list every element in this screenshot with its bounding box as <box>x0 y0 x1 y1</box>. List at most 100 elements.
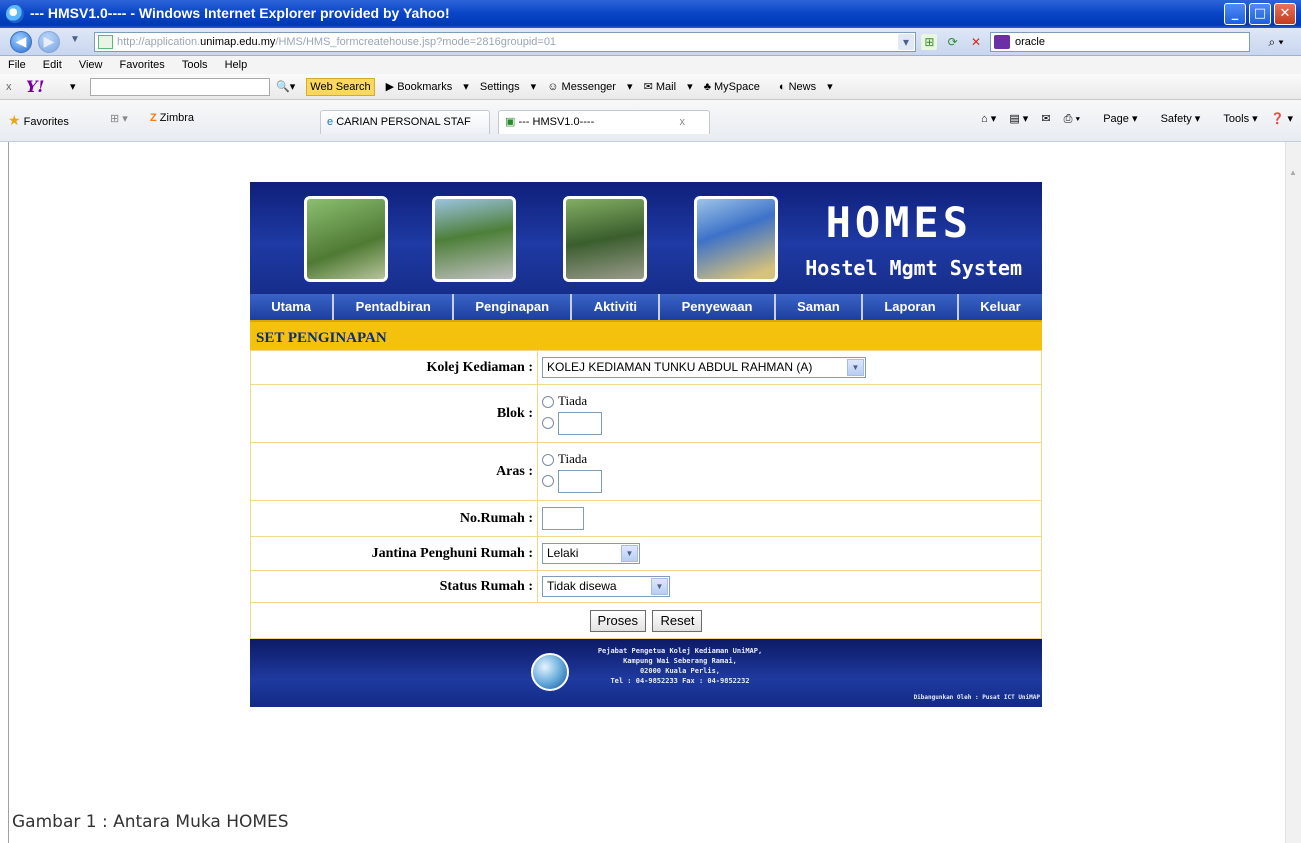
vertical-scrollbar[interactable]: ▲ <box>1285 142 1301 843</box>
footer-address: Pejabat Pengetua Kolej Kediaman UniMAP, … <box>580 646 780 686</box>
nav-penyewaan[interactable]: Penyewaan <box>658 294 774 320</box>
form-row-actions: Proses Reset <box>250 602 1042 639</box>
stop-icon[interactable]: ✕ <box>968 34 984 50</box>
status-select[interactable]: Tidak disewa ▼ <box>542 576 670 597</box>
nav-laporan[interactable]: Laporan <box>861 294 957 320</box>
page-icon: ▣ <box>505 116 516 128</box>
favorites-star-icon: ★ <box>8 112 21 128</box>
blok-label: Blok : <box>250 384 538 443</box>
favorites-button[interactable]: ★ Favorites <box>8 112 69 129</box>
kolej-select-value: KOLEJ KEDIAMAN TUNKU ABDUL RAHMAN (A) <box>547 360 813 374</box>
quick-tabs-icon[interactable]: ⊞ ▾ <box>110 112 128 125</box>
menu-tools[interactable]: Tools <box>182 59 208 71</box>
aras-input[interactable] <box>558 469 602 493</box>
yahoo-search-input[interactable] <box>90 78 270 96</box>
close-toolbar-icon[interactable]: x <box>6 74 12 100</box>
chevron-down-icon: ▼ <box>847 359 864 376</box>
home-icon[interactable]: ⌂ ▾ <box>981 113 996 125</box>
tab-hmsv[interactable]: ▣ --- HMSV1.0---- x <box>498 110 710 134</box>
news-button[interactable]: ◐ News ▾ <box>779 81 833 93</box>
menu-favorites[interactable]: Favorites <box>120 59 165 71</box>
status-select-value: Tidak disewa <box>547 579 617 593</box>
read-mail-icon[interactable]: ✉ <box>1041 113 1050 125</box>
norumah-input[interactable] <box>542 507 584 530</box>
kolej-select[interactable]: KOLEJ KEDIAMAN TUNKU ABDUL RAHMAN (A) ▼ <box>542 357 866 378</box>
search-value: oracle <box>1015 36 1045 48</box>
bookmarks-button[interactable]: ▶ Bookmarks ▾ <box>386 81 469 93</box>
page-menu[interactable]: Page ▾ <box>1093 113 1137 125</box>
forward-button[interactable]: ▶ <box>38 31 60 53</box>
url-input[interactable]: http://application.unimap.edu.my/HMS/HMS… <box>94 32 916 52</box>
web-search-button[interactable]: Web Search <box>306 78 375 96</box>
nav-pentadbiran[interactable]: Pentadbiran <box>332 294 453 320</box>
close-tab-icon[interactable]: x <box>680 111 686 133</box>
norumah-label: No.Rumah : <box>250 500 538 537</box>
messenger-button[interactable]: ☺ Messenger ▾ <box>547 81 632 93</box>
search-go-icon[interactable]: ⌕ ▾ <box>1258 32 1294 52</box>
nav-utama[interactable]: Utama <box>250 294 333 320</box>
blok-custom-radio[interactable] <box>542 417 554 429</box>
nav-penginapan[interactable]: Penginapan <box>452 294 571 320</box>
proses-button[interactable]: Proses <box>589 609 647 632</box>
address-dropdown-icon[interactable]: ▾ <box>898 34 914 50</box>
brand-subtitle: Hostel Mgmt System <box>805 256 1022 280</box>
aras-tiada-radio[interactable] <box>542 453 554 466</box>
blok-tiada-radio[interactable] <box>542 395 554 408</box>
maximize-button[interactable]: □ <box>1249 3 1271 25</box>
aras-tiada-label: Tiada <box>558 450 588 466</box>
magnifier-icon[interactable]: 🔍▾ <box>276 81 295 93</box>
nav-keluar[interactable]: Keluar <box>956 294 1043 320</box>
scroll-up-icon[interactable]: ▲ <box>1289 168 1297 177</box>
menu-file[interactable]: File <box>8 59 26 71</box>
compatibility-icon[interactable]: ⊞ <box>921 34 938 50</box>
window-title: --- HMSV1.0---- - Windows Internet Explo… <box>30 5 450 21</box>
kolej-label: Kolej Kediaman : <box>250 350 538 385</box>
homes-app: HOMES Hostel Mgmt System Utama Pentadbir… <box>250 182 1043 707</box>
refresh-icon[interactable]: ⟳ <box>945 34 961 50</box>
menu-view[interactable]: View <box>79 59 103 71</box>
yahoo-menu-dropdown[interactable]: ▾ <box>70 74 76 100</box>
menu-help[interactable]: Help <box>225 59 248 71</box>
nav-saman[interactable]: Saman <box>773 294 862 320</box>
mail-button[interactable]: ✉ Mail ▾ <box>644 81 693 93</box>
window-titlebar: --- HMSV1.0---- - Windows Internet Explo… <box>0 0 1301 28</box>
feeds-icon[interactable]: ▤ ▾ <box>1009 113 1028 125</box>
reset-button[interactable]: Reset <box>652 609 703 632</box>
blok-input[interactable] <box>558 411 602 435</box>
back-button[interactable]: ◀ <box>10 31 32 53</box>
news-label: News <box>788 81 817 93</box>
tab-carian[interactable]: e CARIAN PERSONAL STAF <box>320 110 490 134</box>
menu-edit[interactable]: Edit <box>43 59 62 71</box>
main-nav: Utama Pentadbiran Penginapan Aktiviti Pe… <box>250 294 1043 320</box>
minimize-button[interactable]: _ <box>1224 3 1246 25</box>
jantina-select[interactable]: Lelaki ▼ <box>542 543 640 564</box>
safety-menu[interactable]: Safety ▾ <box>1151 113 1201 125</box>
aras-custom-radio[interactable] <box>542 475 554 487</box>
print-icon[interactable]: ⎙ ▾ <box>1064 113 1080 125</box>
banner-photo-4 <box>694 196 778 282</box>
nav-aktiviti[interactable]: Aktiviti <box>570 294 659 320</box>
tools-menu[interactable]: Tools ▾ <box>1213 113 1257 125</box>
banner-photo-3 <box>563 196 647 282</box>
ie-page-icon: e <box>327 116 334 128</box>
help-icon[interactable]: ❓ ▾ <box>1271 113 1293 125</box>
figure-caption: Gambar 1 : Antara Muka HOMES <box>12 812 289 832</box>
form-row-kolej: Kolej Kediaman : KOLEJ KEDIAMAN TUNKU AB… <box>250 350 1042 385</box>
form-row-norumah: No.Rumah : <box>250 500 1042 537</box>
form-row-blok: Blok : Tiada <box>250 384 1042 443</box>
banner-photo-2 <box>432 196 516 282</box>
search-input[interactable]: oracle <box>990 32 1250 52</box>
recent-pages-dropdown[interactable]: ▼ <box>70 34 80 45</box>
close-button[interactable]: ✕ <box>1274 3 1296 25</box>
tab-bar: ★ Favorites ⊞ ▾ Z Zimbra e CARIAN PERSON… <box>0 100 1301 142</box>
zimbra-link[interactable]: Z Zimbra <box>150 112 194 124</box>
address-bar: ◀ ▶ ▼ http://application.unimap.edu.my/H… <box>0 28 1301 56</box>
settings-button[interactable]: Settings ▾ <box>480 81 536 93</box>
yahoo-logo-icon[interactable]: Y! <box>26 78 66 96</box>
url-path: /HMS/HMS_formcreatehouse.jsp?mode=2816gr… <box>275 36 557 48</box>
myspace-button[interactable]: ♣ MySpace <box>704 81 768 93</box>
form-row-status: Status Rumah : Tidak disewa ▼ <box>250 570 1042 603</box>
myspace-label: MySpace <box>713 81 760 93</box>
section-title: SET PENGINAPAN <box>250 320 1042 350</box>
unimap-logo-icon <box>531 653 569 691</box>
